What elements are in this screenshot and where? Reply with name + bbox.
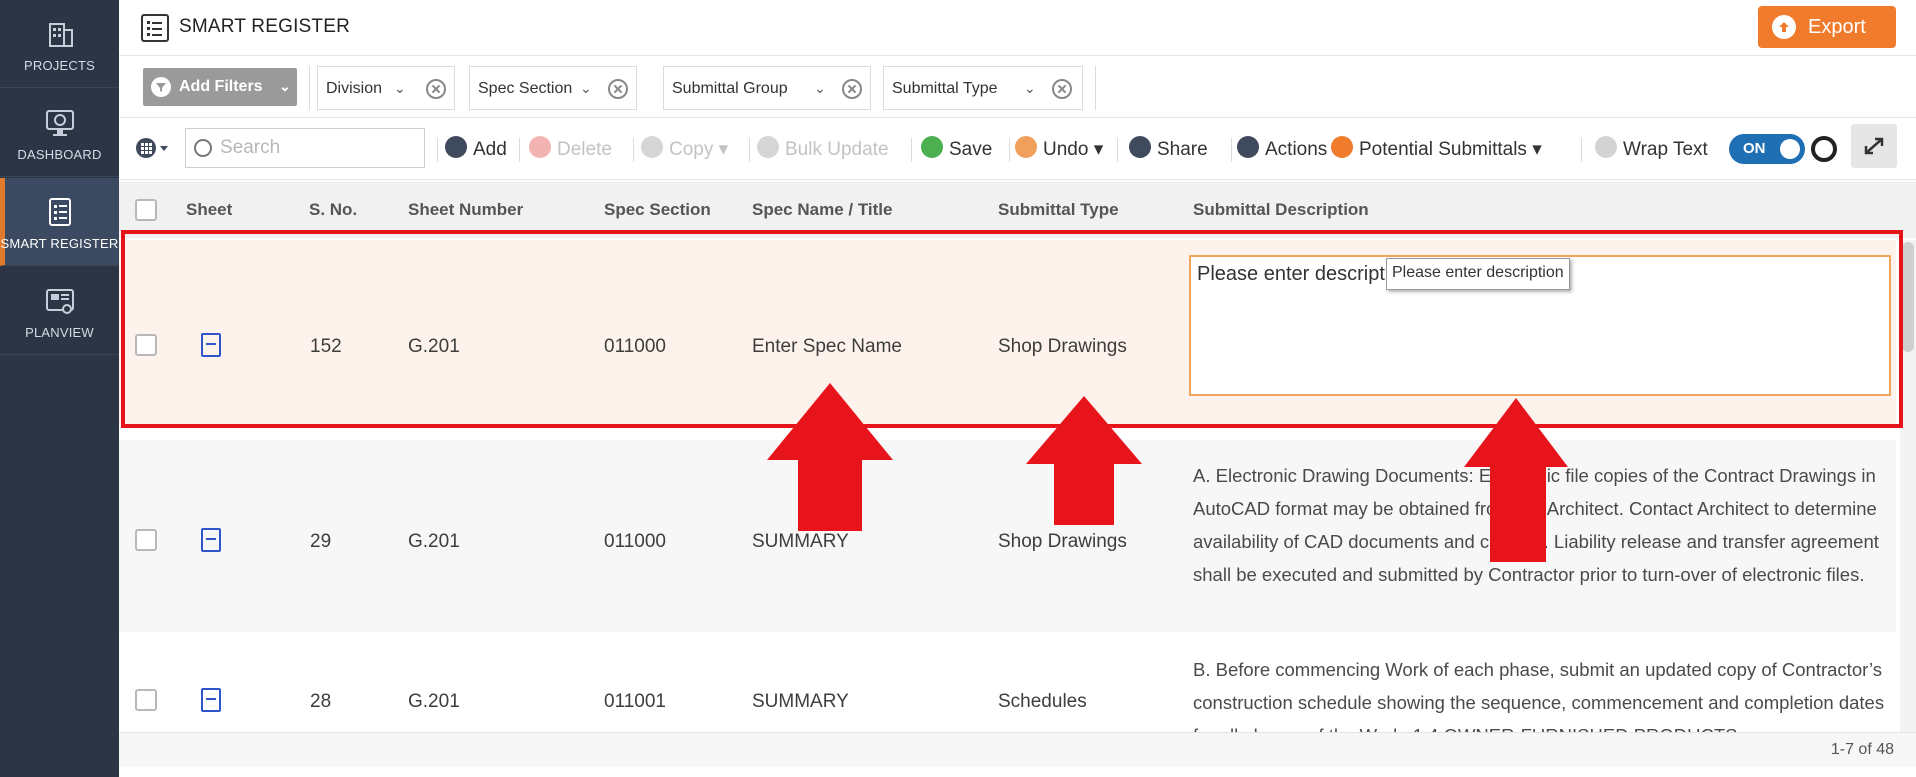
annotation-arrow-up	[1464, 398, 1568, 562]
annotation-arrow-up	[767, 383, 893, 531]
annotation-arrows	[767, 383, 1568, 562]
annotation-arrow-up	[1026, 396, 1142, 525]
